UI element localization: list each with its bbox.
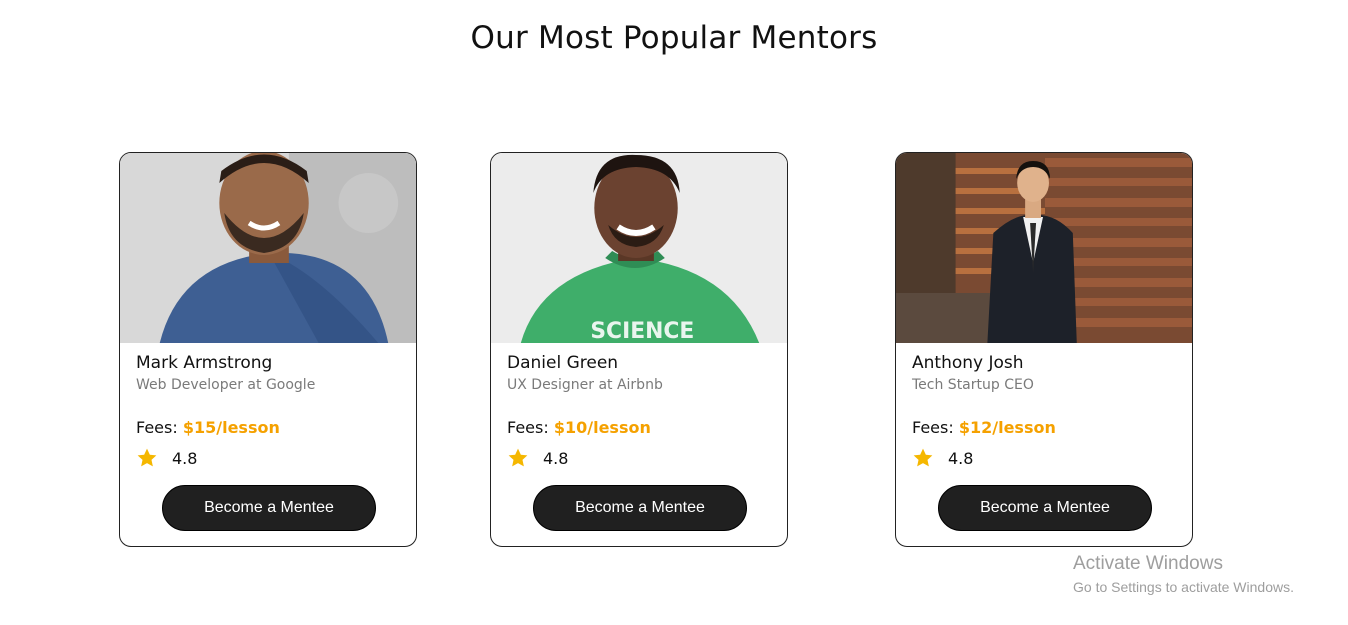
mentor-fees: Fees: $10/lesson (507, 418, 651, 437)
mentor-photo (120, 153, 416, 343)
mentors-page: Our Most Popular Mentors Mark Armstrong … (0, 0, 1348, 625)
fees-label: Fees: (507, 418, 549, 437)
mentor-name: Daniel Green (507, 353, 619, 373)
become-mentee-button[interactable]: Become a Mentee (533, 485, 747, 531)
become-mentee-button[interactable]: Become a Mentee (938, 485, 1152, 531)
fees-label: Fees: (136, 418, 178, 437)
star-icon (913, 448, 933, 467)
mentor-photo: SCIENCE (491, 153, 787, 343)
watermark-subtitle: Go to Settings to activate Windows. (1073, 579, 1294, 595)
mentor-fees: Fees: $12/lesson (912, 418, 1056, 437)
mentor-name: Anthony Josh (912, 353, 1024, 373)
mentor-name: Mark Armstrong (136, 353, 273, 373)
rating-value: 4.8 (948, 448, 974, 468)
mentor-card: Mark Armstrong Web Developer at Google F… (119, 152, 417, 547)
star-icon (137, 448, 157, 467)
mentor-role: UX Designer at Airbnb (507, 377, 663, 393)
fees-price: $15/lesson (182, 418, 280, 437)
activate-windows-watermark: Activate Windows Go to Settings to activ… (1073, 553, 1294, 595)
watermark-title: Activate Windows (1073, 553, 1223, 574)
mentor-card: Anthony Josh Tech Startup CEO Fees: $12/… (895, 152, 1193, 547)
rating-value: 4.8 (543, 448, 569, 468)
become-mentee-button[interactable]: Become a Mentee (162, 485, 376, 531)
mentor-rating: 4.8 (507, 447, 568, 469)
mentor-photo (896, 153, 1192, 343)
mentor-fees: Fees: $15/lesson (136, 418, 280, 437)
mentor-role: Web Developer at Google (136, 377, 316, 393)
page-title: Our Most Popular Mentors (470, 20, 878, 56)
mentor-card: SCIENCE Daniel Green UX Designer at Airb… (490, 152, 788, 547)
svg-text:SCIENCE: SCIENCE (590, 319, 694, 343)
mentor-rating: 4.8 (136, 447, 197, 469)
mentor-role: Tech Startup CEO (912, 377, 1034, 393)
fees-label: Fees: (912, 418, 954, 437)
star-icon (508, 448, 528, 467)
fees-price: $10/lesson (553, 418, 651, 437)
mentor-rating: 4.8 (912, 447, 973, 469)
rating-value: 4.8 (172, 448, 198, 468)
fees-price: $12/lesson (958, 418, 1056, 437)
